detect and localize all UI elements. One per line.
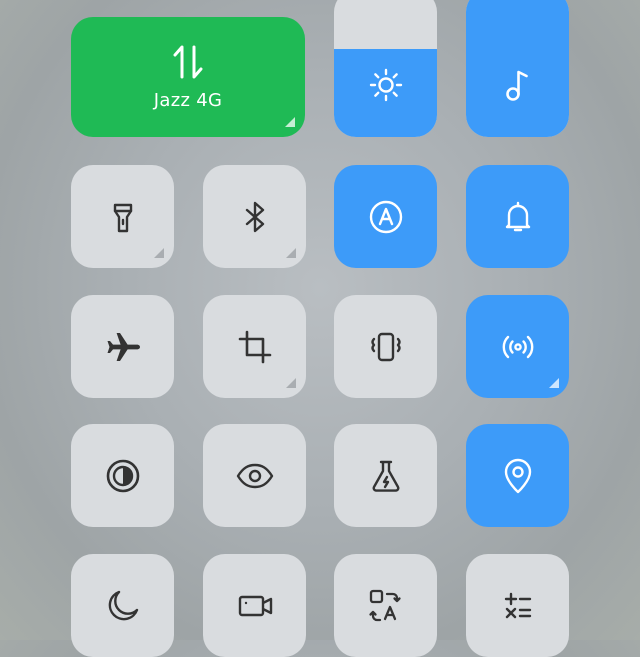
translate-toggle[interactable] [334,554,437,657]
auto-brightness-toggle[interactable] [334,165,437,268]
tile-menu-indicator [154,248,164,258]
calculator-icon [504,592,531,618]
crop-icon [238,330,271,363]
tile-menu-indicator [549,378,559,388]
vibrate-icon [370,332,401,361]
screen-recorder-toggle[interactable] [203,554,306,657]
mobile-data-tile[interactable]: Jazz 4G [71,17,305,137]
screenshot-toggle[interactable] [203,295,306,398]
battery-saver-toggle[interactable] [334,424,437,527]
moon-icon [108,590,138,620]
vibrate-toggle[interactable] [334,295,437,398]
location-pin-icon [504,458,531,493]
airplane-icon [107,332,140,361]
bluetooth-icon [245,201,264,232]
sun-icon [369,68,402,102]
brightness-slider[interactable] [334,0,437,137]
tile-menu-indicator [286,378,296,388]
hotspot-icon [502,335,533,358]
auto-brightness-icon [369,200,402,233]
volume-slider[interactable] [466,0,569,137]
do-not-disturb-toggle[interactable] [71,554,174,657]
location-toggle[interactable] [466,424,569,527]
sound-toggle[interactable] [466,165,569,268]
translate-icon [368,589,401,621]
bell-icon [505,201,530,231]
calculator-toggle[interactable] [466,554,569,657]
airplane-mode-toggle[interactable] [71,295,174,398]
contrast-icon [106,459,139,492]
tile-menu-indicator [286,248,296,258]
data-arrows-icon [173,45,203,78]
flask-icon [372,460,399,492]
music-note-icon [505,70,528,101]
video-camera-icon [238,595,272,616]
eye-icon [236,463,273,488]
dark-mode-toggle[interactable] [71,424,174,527]
flashlight-toggle[interactable] [71,165,174,268]
reading-mode-toggle[interactable] [203,424,306,527]
hotspot-toggle[interactable] [466,295,569,398]
flashlight-icon [113,203,132,232]
bluetooth-toggle[interactable] [203,165,306,268]
mobile-data-label: Jazz 4G [153,89,223,111]
tile-menu-indicator [285,117,295,127]
